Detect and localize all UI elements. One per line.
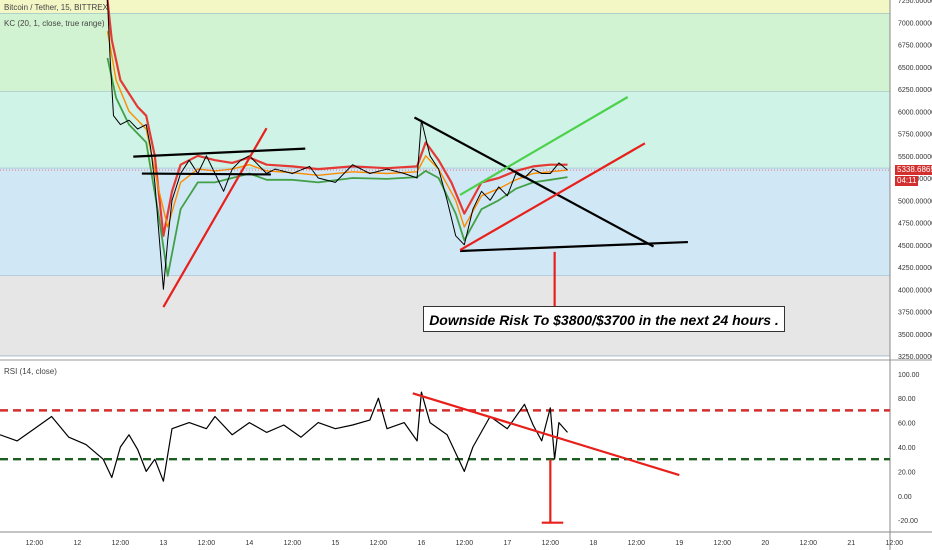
current-price-tag: 5338.68652 <box>895 165 932 175</box>
price-tick-label: 4750.00000 <box>898 221 932 228</box>
price-tick-label: 5000.00000 <box>898 198 932 205</box>
price-tick-label: 7000.00000 <box>898 20 932 27</box>
rsi-tick-label: 60.00 <box>898 421 916 428</box>
rsi-tick-label: 0.00 <box>898 494 912 501</box>
time-tick-label: 18 <box>589 540 597 547</box>
time-tick-label: 12:00 <box>26 540 44 547</box>
rsi-tick-label: 100.00 <box>898 372 920 379</box>
price-tick-label: 4250.00000 <box>898 265 932 272</box>
chart-canvas: 7250.00000 7000.00000 6750.00000 6500.00000… <box>0 0 932 550</box>
time-tick-label: 12:00 <box>284 540 302 547</box>
price-zone-1 <box>0 13 890 92</box>
rsi-legend: RSI (14, close) <box>4 367 57 376</box>
time-tick-label: 12 <box>73 540 81 547</box>
price-trendline-2 <box>141 172 271 176</box>
time-tick-label: 12:00 <box>198 540 216 547</box>
time-tick-label: 20 <box>761 540 769 547</box>
time-tick-label: 17 <box>503 540 511 547</box>
annotation-note: Downside Risk To $3800/$3700 in the next… <box>423 306 785 332</box>
price-tick-label: 5500.00000 <box>898 154 932 161</box>
time-tick-label: 16 <box>417 540 425 547</box>
rsi-tick-label: -20.00 <box>898 518 918 525</box>
time-tick-label: 12:00 <box>456 540 474 547</box>
time-tick-label: 13 <box>159 540 167 547</box>
price-zone-3 <box>0 168 890 276</box>
price-tick-label: 7250.00000 <box>898 0 932 5</box>
time-tick-label: 19 <box>675 540 683 547</box>
time-tick-label: 12:00 <box>370 540 388 547</box>
time-tick-label: 12:00 <box>542 540 560 547</box>
price-tick-label: 4000.00000 <box>898 287 932 294</box>
price-tick-label: 3500.00000 <box>898 332 932 339</box>
rsi-tick-label: 20.00 <box>898 469 916 476</box>
price-tick-label: 3250.00000 <box>898 354 932 361</box>
time-tick-label: 21 <box>847 540 855 547</box>
price-tick-label: 4500.00000 <box>898 243 932 250</box>
price-tick-label: 3750.00000 <box>898 310 932 317</box>
bar-countdown-tag: 04:11 <box>895 176 919 186</box>
time-tick-label: 12:00 <box>628 540 646 547</box>
symbol-legend: Bitcoin / Tether, 15, BITTREX <box>4 3 108 12</box>
time-tick-label: 12:00 <box>714 540 732 547</box>
time-tick-label: 15 <box>331 540 339 547</box>
rsi-tick-label: 80.00 <box>898 396 916 403</box>
time-tick-label: 14 <box>245 540 253 547</box>
price-tick-label: 6000.00000 <box>898 109 932 116</box>
time-tick-label: 12:00 <box>112 540 130 547</box>
price-tick-label: 6250.00000 <box>898 87 932 94</box>
price-tick-label: 5750.00000 <box>898 132 932 139</box>
price-tick-label: 6750.00000 <box>898 43 932 50</box>
time-tick-label: 12:00 <box>800 540 818 547</box>
time-tick-label: 12:00 <box>886 540 904 547</box>
rsi-tick-label: 40.00 <box>898 445 916 452</box>
indicator-legend: KC (20, 1, close, true range) <box>4 19 105 28</box>
price-zone-0 <box>0 0 890 14</box>
price-tick-label: 6500.00000 <box>898 65 932 72</box>
rsi-pane-bg <box>0 364 890 530</box>
